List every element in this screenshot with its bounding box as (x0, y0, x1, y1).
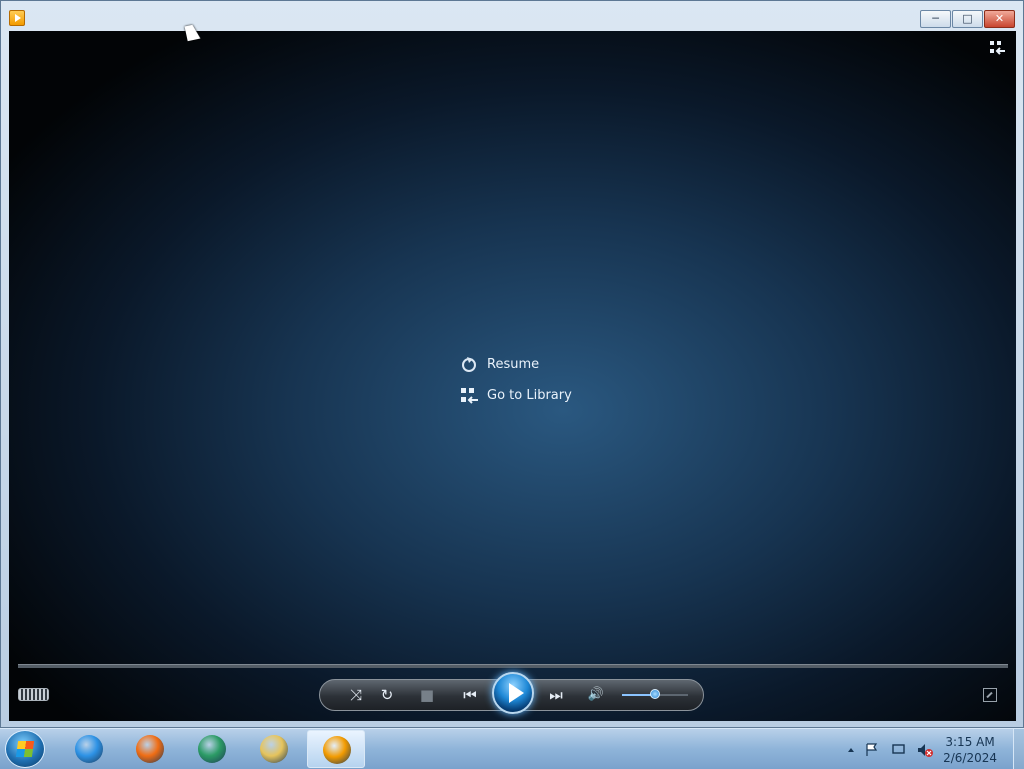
clock[interactable]: 3:15 AM 2/6/2024 (943, 734, 997, 766)
playback-controls: ⤨ ↻ ■ ⏮ ⏭ 🔊 (319, 672, 704, 714)
library-icon (461, 387, 478, 404)
video-playback-area[interactable]: Resume Go to Library (9, 31, 1016, 721)
show-hidden-icons-icon[interactable] (848, 748, 854, 752)
start-button[interactable] (5, 730, 45, 768)
firefox-icon (136, 735, 164, 763)
action-center-flag-icon[interactable] (866, 743, 878, 756)
play-button[interactable] (492, 672, 534, 714)
media-player-app-icon[interactable] (9, 10, 25, 26)
switch-to-library-icon[interactable] (989, 40, 1006, 55)
windows-media-player-icon (323, 736, 351, 764)
stop-button[interactable]: ■ (416, 686, 438, 704)
minimize-button[interactable]: ─ (920, 10, 951, 28)
internet-explorer-icon (75, 735, 103, 763)
go-to-library-button[interactable]: Go to Library (459, 380, 572, 411)
taskbar-item-windows-media-player[interactable] (307, 730, 365, 768)
next-button[interactable]: ⏭ (539, 686, 573, 704)
close-button[interactable]: ✕ (984, 10, 1015, 28)
go-to-library-label: Go to Library (487, 388, 572, 403)
taskbar-item-internet-explorer[interactable] (60, 730, 118, 768)
volume-muted-icon[interactable] (918, 744, 925, 756)
taskbar-item-firefox[interactable] (121, 730, 179, 768)
resume-label: Resume (487, 357, 540, 372)
taskbar: 3:15 AM 2/6/2024 (0, 728, 1024, 769)
maximize-button[interactable]: □ (952, 10, 983, 28)
window-controls: ─ □ ✕ (919, 10, 1015, 28)
file-explorer-icon (260, 735, 288, 763)
show-desktop-button[interactable] (1013, 729, 1024, 769)
taskbar-item-media-center[interactable] (183, 730, 241, 768)
previous-button[interactable]: ⏮ (453, 686, 487, 704)
media-center-icon (198, 735, 226, 763)
clock-date: 2/6/2024 (943, 751, 997, 765)
mute-button[interactable]: 🔊 (585, 686, 607, 704)
title-bar[interactable]: ─ □ ✕ (1, 1, 1023, 31)
rating-icon[interactable] (18, 688, 49, 701)
system-tray (848, 743, 933, 757)
clock-time: 3:15 AM (945, 735, 995, 749)
repeat-button[interactable]: ↻ (376, 686, 398, 704)
volume-thumb[interactable] (650, 689, 660, 699)
taskbar-item-file-explorer[interactable] (245, 730, 303, 768)
overlay-menu: Resume Go to Library (459, 349, 572, 411)
media-player-window: ─ □ ✕ Resume Go to Library ⤨ ↻ ■ ⏮ ⏭ 🔊 (0, 0, 1024, 728)
shuffle-button[interactable]: ⤨ (345, 686, 367, 704)
fullscreen-icon[interactable] (983, 688, 997, 702)
network-icon[interactable] (892, 744, 905, 754)
resume-button[interactable]: Resume (459, 349, 572, 380)
seek-bar[interactable] (18, 664, 1008, 668)
mouse-cursor (184, 23, 201, 42)
refresh-icon (462, 356, 476, 372)
volume-slider[interactable] (622, 689, 688, 699)
